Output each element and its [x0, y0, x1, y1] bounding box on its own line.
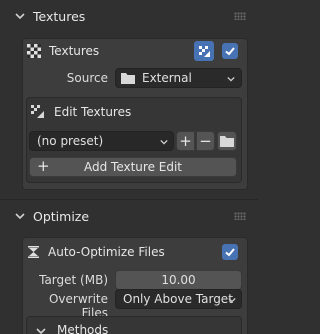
preset-value: (no preset)	[37, 134, 104, 148]
texture-view-button[interactable]	[194, 41, 214, 61]
folder-icon	[220, 136, 234, 147]
hourglass-icon	[28, 246, 39, 258]
preset-dropdown[interactable]: (no preset)	[29, 131, 174, 151]
folder-icon	[121, 73, 135, 84]
chevron-down-icon	[36, 328, 46, 334]
panel-divider	[0, 199, 258, 200]
checkmark-icon	[225, 47, 235, 56]
methods-title: Methods	[57, 323, 109, 334]
checkerboard-icon	[27, 44, 41, 58]
add-texture-edit-label: Add Texture Edit	[83, 160, 183, 174]
source-dropdown[interactable]: External	[115, 68, 242, 88]
chevron-down-icon	[15, 13, 25, 20]
textures-panel-header[interactable]: Textures	[0, 2, 258, 30]
target-number-field[interactable]: 10.00	[115, 270, 242, 290]
add-preset-button[interactable]: +	[176, 131, 195, 151]
target-label: Target (MB)	[39, 273, 108, 287]
target-value: 10.00	[161, 273, 196, 287]
overwrite-value: Only Above Target	[123, 292, 233, 306]
chevron-down-icon	[160, 139, 168, 145]
overwrite-dropdown[interactable]: Only Above Target	[115, 289, 242, 309]
chevron-down-icon	[15, 213, 25, 220]
optimize-panel-header[interactable]: Optimize	[0, 202, 258, 230]
auto-optimize-label: Auto-Optimize Files	[48, 245, 165, 259]
source-value: External	[142, 71, 192, 85]
edit-textures-title: Edit Textures	[54, 105, 132, 119]
remove-preset-button[interactable]: −	[196, 131, 215, 151]
chevron-down-icon	[227, 76, 235, 82]
textures-toggle-label: Textures	[49, 44, 100, 58]
chevron-down-icon	[228, 297, 236, 303]
texture-edit-icon	[31, 105, 44, 118]
add-texture-edit-button[interactable]: + Add Texture Edit	[29, 157, 237, 177]
add-texture-edit-plus: +	[37, 157, 50, 175]
drag-grip-icon[interactable]	[234, 212, 246, 220]
checkmark-icon	[225, 248, 235, 257]
textures-enabled-checkbox[interactable]	[222, 43, 238, 59]
auto-optimize-checkbox[interactable]	[222, 244, 238, 260]
drag-grip-icon[interactable]	[234, 12, 246, 20]
textures-panel-title: Textures	[33, 8, 86, 24]
open-folder-button[interactable]	[217, 131, 237, 151]
optimize-panel-title: Optimize	[33, 208, 90, 224]
texture-edit-icon	[199, 46, 210, 57]
source-label: Source	[66, 71, 108, 85]
